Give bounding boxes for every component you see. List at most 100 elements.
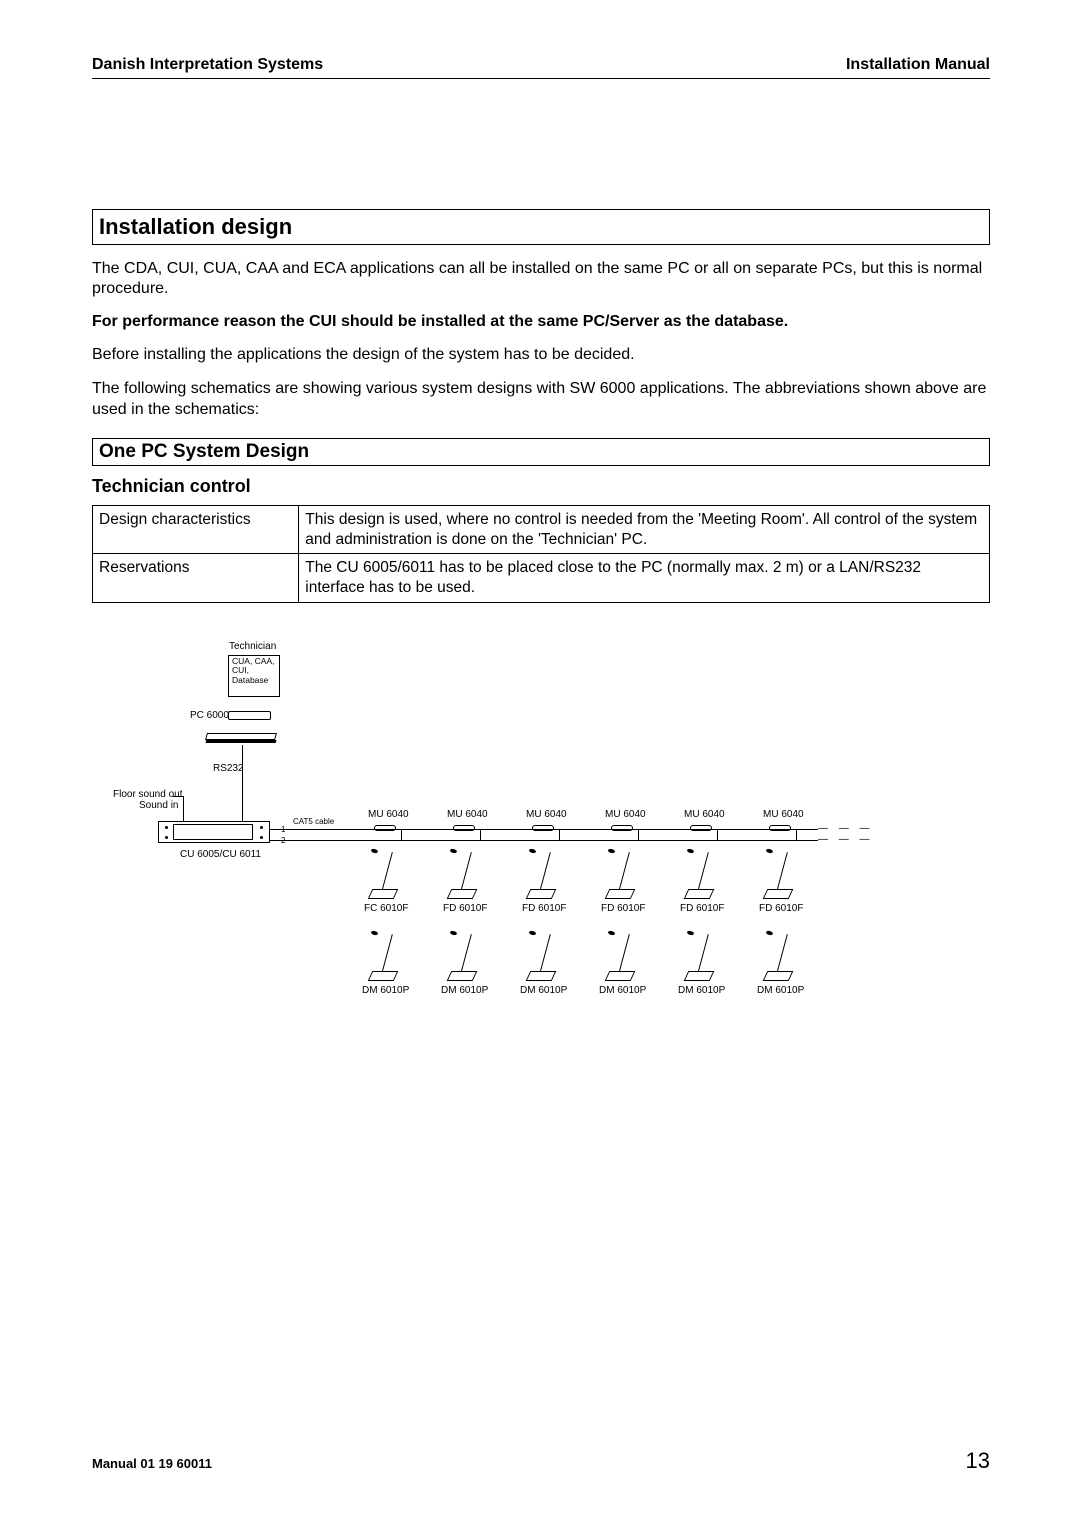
mic-head-icon (687, 930, 695, 936)
label-sound-in: Sound in (139, 800, 178, 811)
mic-head-icon (608, 930, 616, 936)
mic-base-icon (605, 971, 636, 981)
conn-line (638, 829, 639, 841)
label-fc: FC 6010F (364, 903, 408, 914)
paragraph-2: Before installing the applications the d… (92, 345, 990, 365)
mu-icon (532, 825, 554, 831)
conn-line (717, 829, 718, 841)
page-number: 13 (966, 1448, 990, 1474)
rack-unit-icon (158, 821, 270, 843)
label-fd: FD 6010F (759, 903, 803, 914)
label-mu: MU 6040 (368, 809, 409, 820)
mic-stem-icon (619, 934, 630, 971)
label-floor-sound-out: Floor sound out (113, 789, 183, 800)
header-right: Installation Manual (846, 56, 990, 74)
table-cell-r2c2: The CU 6005/6011 has to be placed close … (299, 554, 990, 603)
mic-head-icon (529, 930, 537, 936)
header-left: Danish Interpretation Systems (92, 56, 323, 74)
sub-heading: Technician control (92, 476, 990, 497)
mic-base-icon (447, 971, 478, 981)
mic-stem-icon (461, 852, 472, 889)
label-pc6000: PC 6000 (190, 710, 229, 721)
header-divider (92, 78, 990, 79)
mic-head-icon (608, 848, 616, 854)
table-row: Design characteristics This design is us… (93, 505, 990, 554)
mic-stem-icon (698, 852, 709, 889)
label-mu: MU 6040 (447, 809, 488, 820)
label-technician: Technician (229, 641, 276, 652)
mic-head-icon (529, 848, 537, 854)
mic-base-icon (763, 889, 794, 899)
footer: Manual 01 19 60011 13 (92, 1448, 990, 1474)
keyboard-base-icon (206, 740, 277, 743)
label-dm: DM 6010P (441, 985, 488, 996)
label-mu: MU 6040 (526, 809, 567, 820)
conn-line (480, 829, 481, 841)
mic-head-icon (687, 848, 695, 854)
audio-line2 (183, 796, 184, 821)
pc-base-icon (228, 711, 271, 720)
mic-head-icon (766, 848, 774, 854)
monitor-apps-text: CUA, CAA, CUI, Database (230, 657, 278, 685)
mic-base-icon (763, 971, 794, 981)
mic-base-icon (447, 889, 478, 899)
subsection-title: One PC System Design (99, 441, 983, 463)
section-title-box: Installation design (92, 209, 990, 245)
section-title: Installation design (99, 214, 983, 240)
bus2-dash: — — — (818, 834, 874, 845)
table-row: Reservations The CU 6005/6011 has to be … (93, 554, 990, 603)
conn-line (401, 829, 402, 841)
audio-line (173, 796, 183, 797)
mic-stem-icon (382, 852, 393, 889)
label-fd: FD 6010F (522, 903, 566, 914)
mu-icon (690, 825, 712, 831)
mic-stem-icon (382, 934, 393, 971)
table-cell-r1c1: Design characteristics (93, 505, 299, 554)
label-cu: CU 6005/CU 6011 (180, 849, 261, 860)
label-mu: MU 6040 (763, 809, 804, 820)
mu-icon (611, 825, 633, 831)
mic-base-icon (684, 971, 715, 981)
label-fd: FD 6010F (443, 903, 487, 914)
table-cell-r1c2: This design is used, where no control is… (299, 505, 990, 554)
table-cell-r2c1: Reservations (93, 554, 299, 603)
monitor-box: CUA, CAA, CUI, Database (228, 655, 280, 697)
mu-icon (769, 825, 791, 831)
label-dm: DM 6010P (520, 985, 567, 996)
conn-line (396, 829, 410, 830)
mic-base-icon (684, 889, 715, 899)
bus1-dash: — — — (818, 823, 874, 834)
mic-base-icon (605, 889, 636, 899)
mic-head-icon (450, 930, 458, 936)
label-mu: MU 6040 (605, 809, 646, 820)
subsection-title-box: One PC System Design (92, 438, 990, 466)
bold-paragraph: For performance reason the CUI should be… (92, 313, 990, 331)
spec-table: Design characteristics This design is us… (92, 505, 990, 603)
label-rs232: RS232 (213, 763, 244, 774)
label-fd: FD 6010F (680, 903, 724, 914)
mu-icon (374, 825, 396, 831)
mic-head-icon (766, 930, 774, 936)
conn-line (796, 829, 797, 841)
mic-stem-icon (540, 934, 551, 971)
label-mu: MU 6040 (684, 809, 725, 820)
schematic-diagram: Technician CUA, CAA, CUI, Database PC 60… (98, 637, 918, 1017)
mu-icon (453, 825, 475, 831)
mic-head-icon (371, 848, 379, 854)
mic-base-icon (368, 889, 399, 899)
cable-line (242, 745, 243, 821)
mic-head-icon (371, 930, 379, 936)
label-dm: DM 6010P (757, 985, 804, 996)
mic-base-icon (368, 971, 399, 981)
mic-head-icon (450, 848, 458, 854)
mic-stem-icon (777, 852, 788, 889)
label-cat5: CAT5 cable (293, 817, 334, 826)
label-dm: DM 6010P (678, 985, 725, 996)
paragraph-3: The following schematics are showing var… (92, 379, 990, 419)
mic-stem-icon (777, 934, 788, 971)
paragraph-1: The CDA, CUI, CUA, CAA and ECA applicati… (92, 259, 990, 299)
mic-base-icon (526, 971, 557, 981)
footer-manual-id: Manual 01 19 60011 (92, 1456, 212, 1471)
mic-stem-icon (540, 852, 551, 889)
label-dm: DM 6010P (599, 985, 646, 996)
